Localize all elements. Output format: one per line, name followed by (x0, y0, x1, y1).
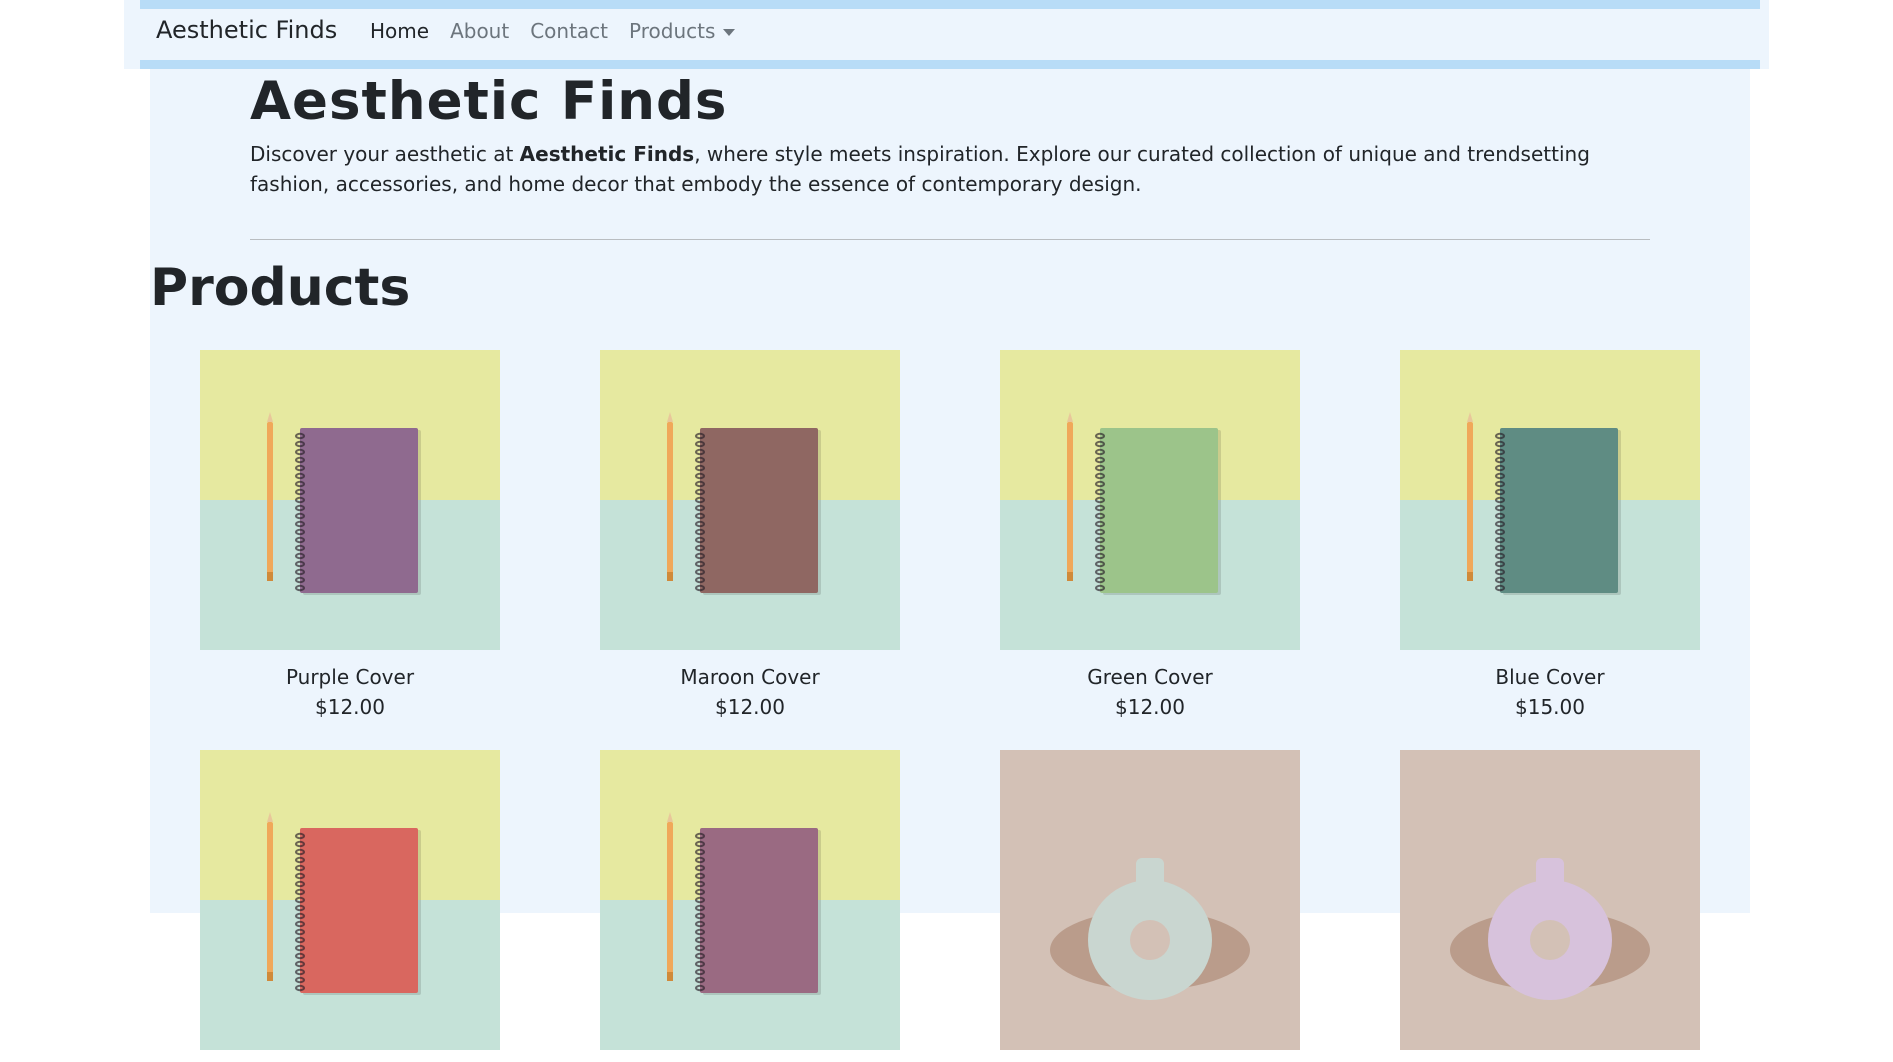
product-image-notebook[interactable] (200, 350, 500, 650)
nav-link-products-dropdown[interactable]: Products (629, 19, 736, 43)
product-card[interactable]: Green Cover $12.00 (1000, 350, 1300, 722)
navbar-bottom-border (140, 60, 1760, 69)
product-name: Purple Cover (285, 665, 415, 689)
product-image-vase[interactable] (1400, 750, 1700, 1050)
product-card[interactable] (1400, 750, 1700, 1062)
nav-link-contact[interactable]: Contact (530, 19, 608, 43)
hero-divider (250, 239, 1650, 240)
product-image-notebook[interactable] (600, 350, 900, 650)
hero-title: Aesthetic Finds (250, 71, 728, 132)
navbar-top-border (140, 0, 1760, 9)
nav-link-home[interactable]: Home (370, 19, 429, 43)
main-content: Aesthetic Finds Discover your aesthetic … (150, 69, 1750, 1050)
product-image-vase[interactable] (1000, 750, 1300, 1050)
product-price: $12.00 (715, 695, 785, 719)
product-image-notebook[interactable] (1400, 350, 1700, 650)
caret-down-icon (723, 29, 736, 36)
product-card[interactable]: Maroon Cover $12.00 (600, 350, 900, 722)
hero-description-intro: Discover your aesthetic at (250, 142, 520, 166)
product-name: Green Cover (1087, 665, 1213, 689)
product-name: Maroon Cover (680, 665, 820, 689)
nav-link-about[interactable]: About (450, 19, 509, 43)
product-image-notebook[interactable] (600, 750, 900, 1050)
product-image-notebook[interactable] (200, 750, 500, 1050)
product-price: $15.00 (1515, 695, 1585, 719)
hero-description-brand: Aesthetic Finds (519, 142, 695, 166)
product-price: $12.00 (1115, 695, 1185, 719)
nav-link-products-label: Products (629, 19, 716, 43)
hero-description: Discover your aesthetic at Aesthetic Fin… (250, 139, 1670, 199)
product-price: $12.00 (315, 695, 385, 719)
product-card[interactable]: Purple Cover $12.00 (200, 350, 500, 722)
product-card[interactable] (1000, 750, 1300, 1062)
product-image-notebook[interactable] (1000, 350, 1300, 650)
product-card[interactable] (200, 750, 500, 1062)
product-name: Blue Cover (1495, 665, 1605, 689)
navbar-brand[interactable]: Aesthetic Finds (156, 16, 337, 44)
navbar-links: Home About Contact Products (370, 19, 756, 43)
products-heading: Products (150, 258, 411, 318)
product-card[interactable] (600, 750, 900, 1062)
product-card[interactable]: Blue Cover $15.00 (1400, 350, 1700, 722)
